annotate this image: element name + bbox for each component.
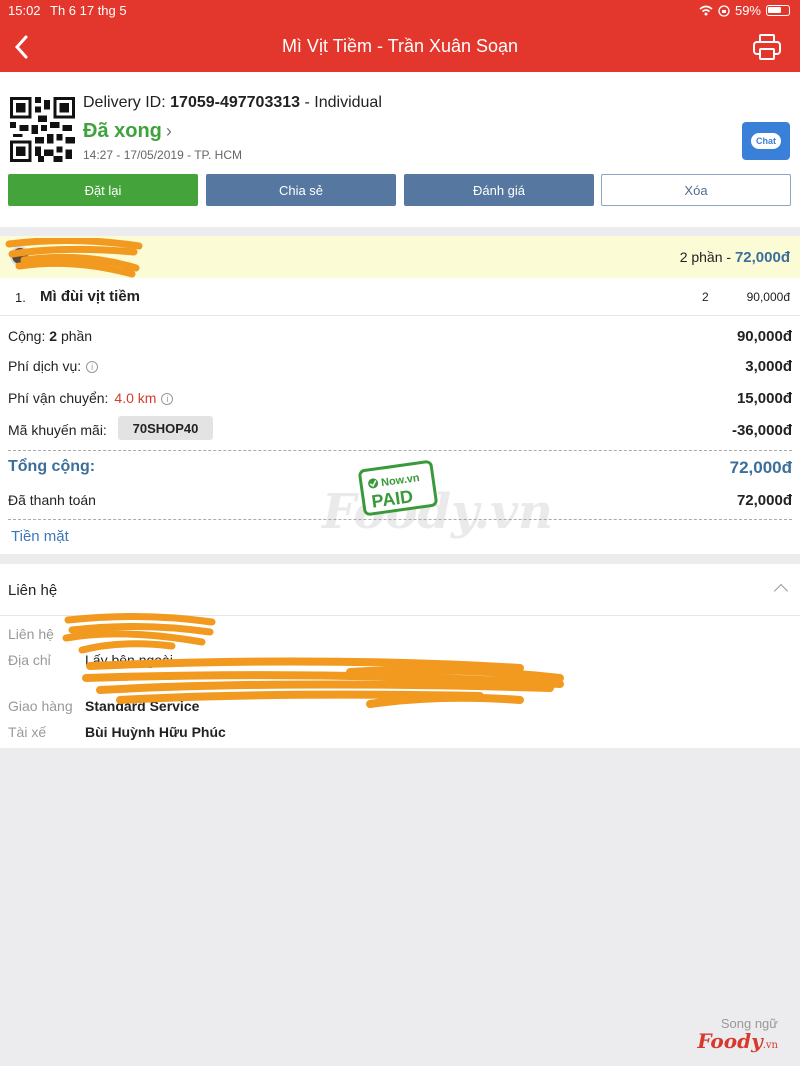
share-button[interactable]: Chia sẻ (206, 174, 396, 206)
order-header: Delivery ID: 17059-497703313 - Individua… (0, 72, 800, 227)
address-line1: Lấy bên ngoài (85, 652, 173, 668)
subtotal-unit: phần (60, 328, 93, 344)
delivery-type: - Individual (304, 94, 382, 111)
contact-label: Liên hệ (8, 626, 54, 642)
reorder-button[interactable]: Đặt lại (8, 174, 198, 206)
shipping-fee-label: Phí vận chuyển: 4.0 km i (8, 390, 174, 406)
foody-watermark: Foody.vn (322, 484, 553, 540)
wifi-icon (699, 5, 713, 16)
order-datetime: 14:27 - 17/05/2019 - TP. HCM (83, 148, 242, 162)
status-right: 59% (699, 3, 790, 18)
shop-row: 2 phần - 72,000đ (0, 236, 800, 278)
shop-total-value: 72,000đ (734, 249, 790, 266)
info-icon[interactable]: i (86, 361, 99, 373)
driver-name: Bùi Huỳnh Hữu Phúc (85, 724, 226, 740)
delivery-service-value: Standard Service (85, 698, 200, 714)
page-title: Mì Vịt Tiềm - Trần Xuân Soạn (281, 36, 519, 56)
foody-brand-badge: Song ngữ Foody.vn (697, 1016, 778, 1056)
paid-label: Đã thanh toán (8, 492, 96, 508)
shipping-fee-row: Phí vận chuyển: 4.0 km i 15,000đ (8, 384, 792, 414)
lock-rotation-icon (718, 4, 730, 17)
item-quantity: 2 (702, 290, 709, 304)
battery-percent: 59% (734, 3, 761, 18)
status-bar: 15:02 Th 6 17 thg 5 59% (0, 0, 800, 22)
contact-section: Liên hệ Liên hệ Địa chỉ Lấy bên ngoài Gi… (0, 564, 800, 748)
subtotal-count: 2 (49, 328, 58, 344)
order-status-text: Đã xong (83, 120, 162, 142)
subtotal-label: Cộng: 2 phần (8, 328, 92, 344)
subtotal-value: 90,000đ (736, 328, 792, 345)
shop-count-text: 2 phần - (679, 249, 732, 265)
contact-header[interactable]: Liên hệ (0, 564, 800, 616)
shipping-distance: 4.0 km (114, 390, 157, 406)
avatar (10, 246, 30, 266)
promo-code-badge: 70SHOP40 (118, 416, 213, 440)
total-value: 72,000đ (729, 458, 792, 477)
paid-value: 72,000đ (736, 492, 792, 509)
service-fee-row: Phí dịch vụ: i 3,000đ (8, 352, 792, 382)
divider (8, 450, 792, 451)
subtotal-row: Cộng: 2 phần 90,000đ (8, 322, 792, 352)
payment-method: Tiền mặt (11, 528, 69, 545)
shipping-fee-label-text: Phí vận chuyển: (8, 390, 109, 406)
promo-label: Mã khuyến mãi: (8, 422, 107, 438)
address-label: Địa chỉ (8, 652, 51, 668)
promo-row: Mã khuyến mãi: 70SHOP40 -36,000đ (8, 416, 792, 446)
chevron-right-icon: › (165, 121, 172, 141)
item-price: 90,000đ (746, 290, 790, 304)
printer-icon[interactable] (752, 32, 782, 62)
chat-button[interactable]: Chat (742, 122, 790, 160)
order-details: 2 phần - 72,000đ 1. Mì đùi vịt tiềm 2 90… (0, 236, 800, 554)
info-icon[interactable]: i (161, 393, 174, 405)
service-fee-value: 3,000đ (745, 358, 792, 375)
shop-total: 2 phần - 72,000đ (680, 249, 790, 266)
list-item: 1. Mì đùi vịt tiềm 2 90,000đ (0, 278, 800, 316)
delivery-service-label: Giao hàng (8, 698, 73, 714)
subtotal-label-text: Cộng: (8, 328, 46, 344)
item-index: 1. (15, 290, 26, 305)
battery-icon (766, 5, 790, 16)
delete-button[interactable]: Xóa (601, 174, 791, 206)
brand-logo-suffix: .vn (762, 1040, 778, 1051)
delivery-id-value: 17059-497703313 (170, 94, 301, 111)
brand-logo-text: Foody (697, 1029, 763, 1053)
contact-section-title: Liên hệ (8, 582, 58, 599)
redaction-scribble (62, 612, 216, 654)
navbar: Mì Vịt Tiềm - Trần Xuân Soạn (0, 22, 800, 72)
driver-label: Tài xế (8, 724, 47, 740)
chat-icon: Chat (751, 133, 781, 149)
brand-logo: Foody.vn (697, 1031, 778, 1056)
shipping-fee-value: 15,000đ (736, 390, 792, 407)
order-status[interactable]: Đã xong › (83, 120, 172, 143)
status-date: Th 6 17 thg 5 (50, 3, 127, 18)
rate-button[interactable]: Đánh giá (404, 174, 594, 206)
qr-code-icon (10, 97, 75, 162)
promo-value: -36,000đ (731, 422, 792, 439)
service-fee-label: Phí dịch vụ: i (8, 358, 99, 374)
total-label: Tổng cộng: (8, 458, 96, 475)
delivery-id-label: Delivery ID: (83, 94, 166, 111)
status-time: 15:02 (8, 3, 41, 18)
delivery-id: Delivery ID: 17059-497703313 - Individua… (83, 94, 382, 112)
service-fee-label-text: Phí dịch vụ: (8, 358, 82, 374)
item-name: Mì đùi vịt tiềm (40, 288, 141, 305)
chevron-up-icon[interactable] (773, 583, 789, 599)
